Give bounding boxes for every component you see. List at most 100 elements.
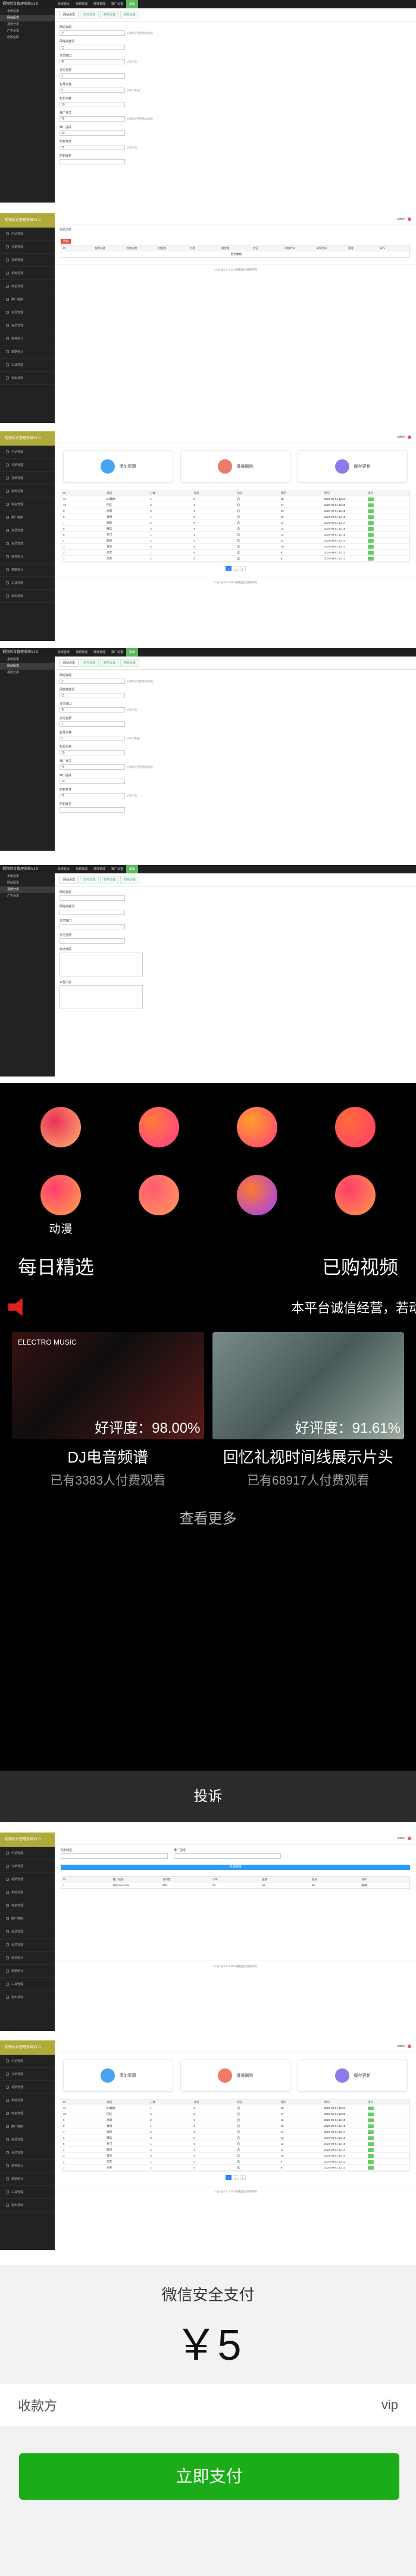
side-sub-4[interactable]: 修改密码 bbox=[0, 35, 55, 41]
category-item[interactable] bbox=[110, 1175, 208, 1243]
edit-button[interactable] bbox=[367, 557, 374, 561]
field-input[interactable]: 1 bbox=[60, 721, 125, 727]
sidebar-item[interactable]: 订单管理 bbox=[0, 241, 55, 254]
field-input[interactable]: 开 bbox=[60, 116, 125, 122]
pay-input[interactable] bbox=[60, 924, 125, 929]
title-input[interactable] bbox=[60, 895, 125, 901]
nav-logout[interactable]: 退出 bbox=[126, 0, 139, 8]
edit-button[interactable] bbox=[367, 503, 374, 507]
sidebar-item[interactable]: 工具管理 bbox=[0, 577, 55, 590]
sidebar-item[interactable]: 推广链接 bbox=[0, 511, 55, 524]
nav-home[interactable]: 系统首页 bbox=[55, 865, 73, 873]
side-sub-3[interactable]: 广告设置 bbox=[0, 28, 55, 35]
sidebar-item[interactable]: 资源管理 bbox=[0, 1925, 55, 1939]
page-1[interactable]: 1 bbox=[225, 2175, 232, 2180]
cache-update-card[interactable]: 缓存更新 bbox=[298, 450, 408, 483]
edit-button[interactable] bbox=[367, 533, 374, 537]
nav-home[interactable]: 系统首页 bbox=[55, 648, 73, 657]
field-input[interactable]: 1 bbox=[60, 73, 125, 79]
generate-link-button[interactable]: 生成链接 bbox=[61, 1865, 410, 1870]
tab-mail[interactable]: 邮件设置 bbox=[100, 659, 120, 667]
tab-mail[interactable]: 邮件设置 bbox=[100, 11, 120, 18]
batch-delete-card[interactable]: 批量删除 bbox=[180, 450, 290, 483]
category-item[interactable] bbox=[208, 1175, 306, 1243]
nav-promo[interactable]: 推广设置 bbox=[108, 648, 126, 657]
amount-input[interactable] bbox=[60, 938, 125, 944]
category-item[interactable] bbox=[306, 1107, 404, 1175]
sidebar-item[interactable]: 退出系统 bbox=[0, 372, 55, 385]
sidebar-item[interactable]: 工具管理 bbox=[0, 1978, 55, 1991]
sidebar-item[interactable]: 财务统计 bbox=[0, 550, 55, 564]
sidebar-item[interactable]: 域名管理 bbox=[0, 280, 55, 293]
nav-video[interactable]: 视频管理 bbox=[73, 865, 90, 873]
page-1[interactable]: 1 bbox=[225, 566, 232, 571]
sidebar-item[interactable]: 产品管理 bbox=[0, 228, 55, 241]
edit-button[interactable] bbox=[367, 2142, 374, 2146]
field-input[interactable]: 已 bbox=[60, 45, 125, 50]
sidebar-item[interactable]: 域名管理 bbox=[0, 498, 55, 511]
section-bought[interactable]: 已购视频 bbox=[322, 1252, 398, 1280]
keyword-input[interactable] bbox=[60, 910, 125, 915]
sidebar-item[interactable]: 视频管理 bbox=[0, 254, 55, 267]
field-input[interactable]: 10 bbox=[60, 750, 125, 755]
field-input[interactable] bbox=[60, 807, 125, 813]
category-item[interactable] bbox=[12, 1107, 110, 1175]
category-item[interactable]: 动漫 bbox=[12, 1175, 110, 1243]
sidebar-item[interactable]: 数据统计 bbox=[0, 2173, 55, 2186]
tab-mail[interactable]: 邮件设置 bbox=[100, 876, 120, 883]
tab-pay[interactable]: 支付设置 bbox=[80, 659, 99, 667]
tab-site[interactable]: 网站设置 bbox=[60, 659, 79, 667]
side-sub-1[interactable]: 网站配置 bbox=[0, 880, 55, 886]
edit-button[interactable] bbox=[367, 2136, 374, 2140]
category-item[interactable] bbox=[110, 1107, 208, 1175]
page-2[interactable]: 2 bbox=[232, 566, 239, 571]
edit-button[interactable] bbox=[367, 2160, 374, 2164]
commission-input[interactable] bbox=[174, 1853, 281, 1859]
tab-video[interactable]: 视频设置 bbox=[120, 11, 140, 18]
sidebar-item[interactable]: 视频管理 bbox=[0, 1873, 55, 1886]
sidebar-item[interactable]: 财务统计 bbox=[0, 332, 55, 346]
side-sub-2[interactable]: 视频分类 bbox=[0, 886, 55, 893]
field-input[interactable]: 已 bbox=[60, 693, 125, 698]
side-sub-2[interactable]: 视频分类 bbox=[0, 670, 55, 676]
sidebar-item[interactable]: 推广链接 bbox=[0, 1912, 55, 1925]
field-input[interactable]: 开 bbox=[60, 145, 125, 150]
sidebar-item[interactable]: 系统设置 bbox=[0, 485, 55, 498]
tab-pay[interactable]: 支付设置 bbox=[80, 11, 99, 18]
field-input[interactable]: 5 bbox=[60, 736, 125, 741]
edit-button[interactable] bbox=[367, 539, 374, 543]
field-input[interactable]: 10 bbox=[60, 102, 125, 107]
sidebar-item[interactable]: 资源管理 bbox=[0, 2133, 55, 2146]
side-sub-2[interactable]: 视频分类 bbox=[0, 21, 55, 28]
nav-promo[interactable]: 推广设置 bbox=[108, 0, 126, 8]
pay-now-button[interactable]: 立即支付 bbox=[19, 2453, 399, 2500]
cache-update-card[interactable]: 缓存更新 bbox=[298, 2059, 408, 2092]
sidebar-item[interactable]: 会员管理 bbox=[0, 319, 55, 332]
nav-link[interactable]: 链接管理 bbox=[90, 0, 108, 8]
field-input[interactable]: 小 bbox=[60, 679, 125, 684]
user-name[interactable]: admin bbox=[397, 2045, 405, 2048]
nav-video[interactable]: 视频管理 bbox=[73, 648, 90, 657]
sidebar-item[interactable]: 退出系统 bbox=[0, 1991, 55, 2004]
sidebar-item[interactable]: 产品管理 bbox=[0, 1847, 55, 1860]
sidebar-item[interactable]: 产品管理 bbox=[0, 446, 55, 459]
field-input[interactable]: 卖 bbox=[60, 59, 125, 64]
sidebar-item[interactable]: 会员管理 bbox=[0, 1939, 55, 1952]
sidebar-item[interactable]: 财务统计 bbox=[0, 2160, 55, 2173]
sidebar-item[interactable]: 域名管理 bbox=[0, 1899, 55, 1912]
tab-video[interactable]: 视频设置 bbox=[120, 876, 140, 883]
sidebar-item[interactable]: 推广链接 bbox=[0, 293, 55, 306]
category-item[interactable] bbox=[306, 1175, 404, 1243]
tab-video[interactable]: 视频设置 bbox=[120, 659, 140, 667]
sidebar-item[interactable]: 会员管理 bbox=[0, 537, 55, 550]
nav-home[interactable]: 系统首页 bbox=[55, 0, 73, 8]
side-sub-0[interactable]: 系统设置 bbox=[0, 657, 55, 663]
sidebar-item[interactable]: 系统设置 bbox=[0, 1886, 55, 1899]
video-card-1[interactable]: 好评度：91.61% 回忆礼视时间线展示片头 已有68917人付费观看 bbox=[212, 1332, 404, 1489]
user-avatar[interactable] bbox=[408, 217, 411, 221]
user-avatar[interactable] bbox=[408, 2044, 411, 2048]
edit-button[interactable] bbox=[367, 2130, 374, 2134]
user-name[interactable]: admin bbox=[397, 1837, 405, 1840]
add-resource-card[interactable]: 添加资源 bbox=[63, 450, 173, 483]
video-card-0[interactable]: ELECTRO MUSIC 好评度：98.00% DJ电音频谱 已有3383人付… bbox=[12, 1332, 204, 1489]
